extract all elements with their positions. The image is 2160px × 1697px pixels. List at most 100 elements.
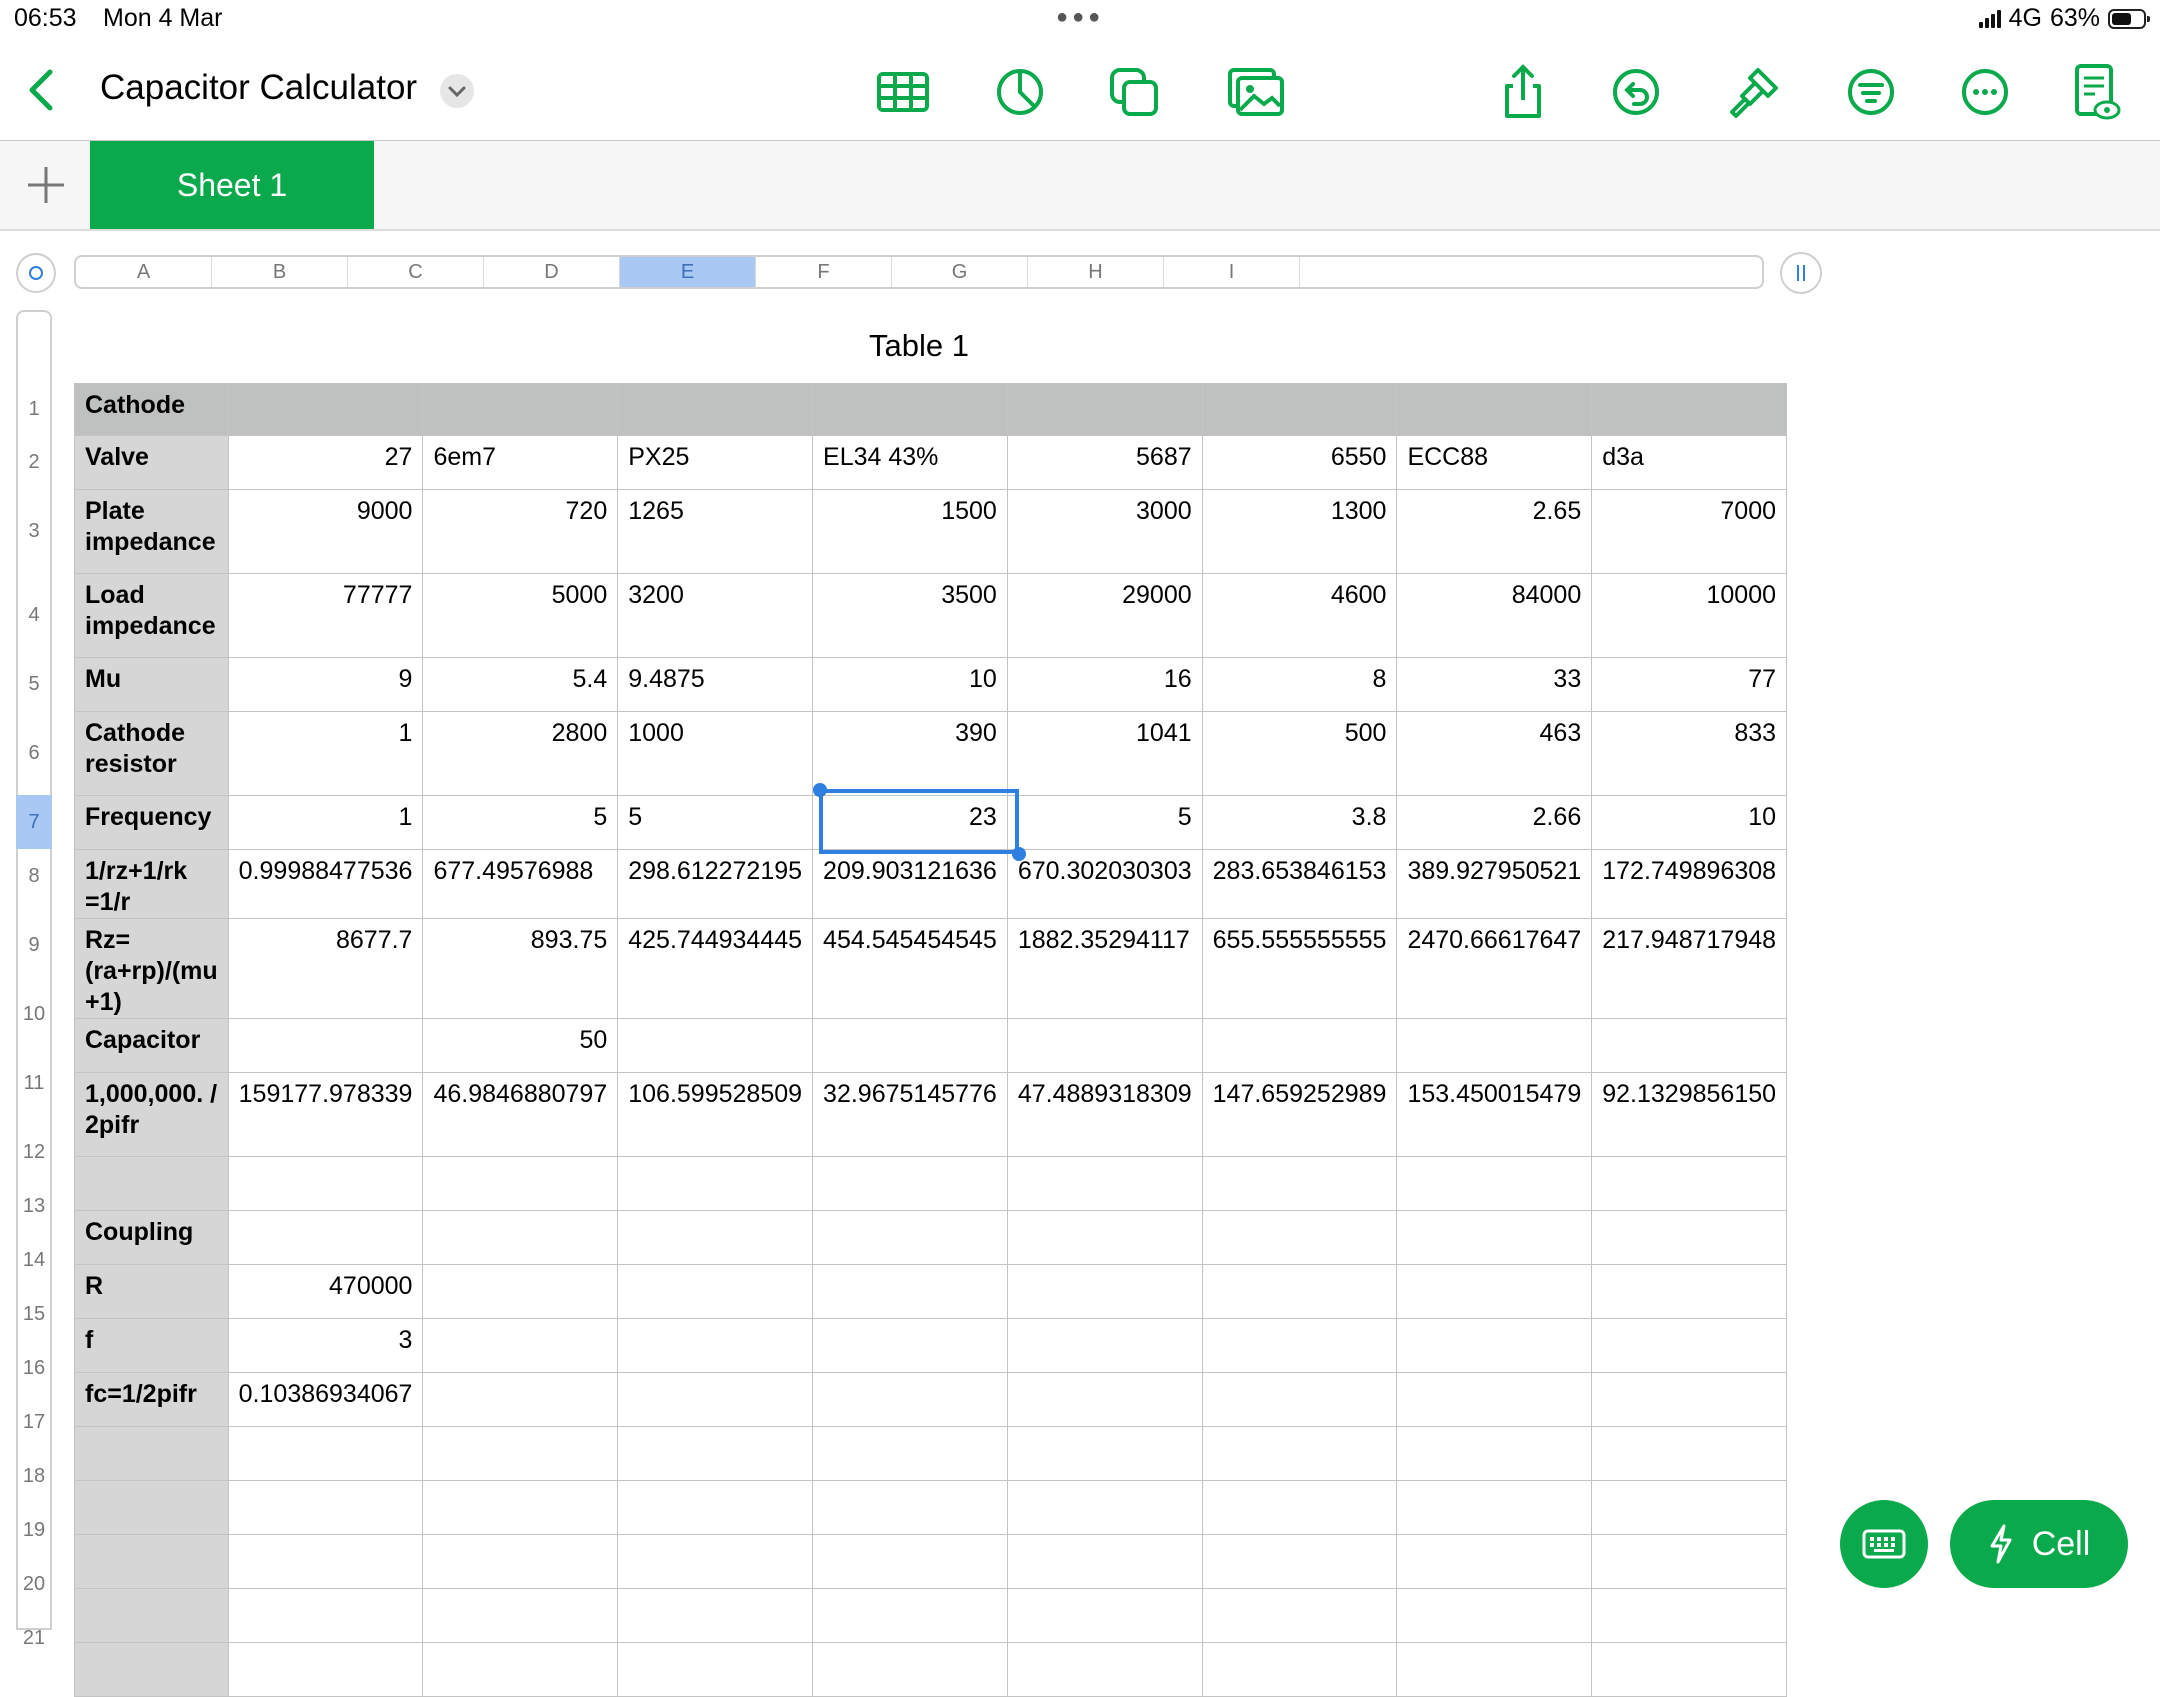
table-cell[interactable]: 153.450015479 <box>1396 1072 1593 1157</box>
table-cell[interactable] <box>617 1264 814 1319</box>
table-cell[interactable]: 6em7 <box>422 435 619 490</box>
table-cell[interactable]: 4600 <box>1201 573 1398 658</box>
table-cell[interactable] <box>1201 1534 1398 1589</box>
table-cell[interactable]: EL34 43% <box>812 435 1008 490</box>
row-header-17[interactable]: 17 <box>16 1395 52 1449</box>
row-label-cell[interactable]: Mu <box>74 657 229 712</box>
table-cell[interactable]: 6550 <box>1201 435 1398 490</box>
table-cell[interactable]: 677.49576988 <box>422 849 619 919</box>
table-cell[interactable] <box>422 1480 619 1535</box>
table-cell[interactable] <box>1591 383 1788 436</box>
table-cell[interactable] <box>1006 1018 1203 1073</box>
table-cell[interactable] <box>422 383 619 436</box>
table-cell[interactable] <box>1006 1318 1203 1373</box>
table-cell[interactable]: 27 <box>227 435 424 490</box>
table-cell[interactable]: 1000 <box>617 711 814 796</box>
table-row[interactable] <box>74 1426 1788 1481</box>
column-header-bar[interactable]: ABCDEFGHI <box>74 255 1764 289</box>
table-cell[interactable]: 389.927950521 <box>1396 849 1593 919</box>
row-label-cell[interactable]: Cathode resistor <box>74 711 229 796</box>
table-cell[interactable]: 32.9675145776 <box>812 1072 1008 1157</box>
table-cell[interactable] <box>1201 383 1398 436</box>
table-row[interactable]: Rz=(ra+rp)/(mu +1) 8677.7 893.75 425.744934… <box>74 918 1788 1019</box>
row-label-cell[interactable]: 1/rz+1/rk =1/r <box>74 849 229 919</box>
table-row[interactable]: 1,000,000. / 2pifr 159177.978339 46.984688… <box>74 1072 1788 1157</box>
row-label-cell[interactable] <box>74 1534 229 1589</box>
table-cell[interactable] <box>1396 1210 1593 1265</box>
row-label-cell[interactable]: f <box>74 1318 229 1373</box>
table-cell[interactable] <box>617 1642 814 1697</box>
table-cell[interactable] <box>812 1318 1008 1373</box>
table-cell[interactable] <box>1396 1588 1593 1643</box>
table-cell[interactable] <box>1201 1426 1398 1481</box>
table-cell[interactable]: 9.4875 <box>617 657 814 712</box>
table-cell[interactable]: 29000 <box>1006 573 1203 658</box>
table-cell[interactable]: 500 <box>1201 711 1398 796</box>
table-cell[interactable]: 7000 <box>1591 489 1788 574</box>
table-row[interactable]: Mu 9 5.4 9.4875 10 16 8 33 77 <box>74 657 1788 712</box>
table-cell[interactable]: 1882.35294117 <box>1006 918 1203 1019</box>
row-header-14[interactable]: 14 <box>16 1233 52 1287</box>
table-cell[interactable]: 655.555555555 <box>1201 918 1398 1019</box>
table-cell[interactable] <box>617 383 814 436</box>
table-cell[interactable]: 1500 <box>812 489 1008 574</box>
table-cell[interactable]: 159177.978339 <box>227 1072 424 1157</box>
table-cell[interactable]: 0.99988477536 <box>227 849 424 919</box>
table-cell[interactable]: 46.9846880797 <box>422 1072 619 1157</box>
table-cell[interactable] <box>1591 1480 1788 1535</box>
column-header-b[interactable]: B <box>212 257 348 287</box>
row-header-11[interactable]: 11 <box>16 1041 52 1125</box>
table-cell[interactable]: 1 <box>227 795 424 850</box>
table-cell[interactable]: 0.10386934067 <box>227 1372 424 1427</box>
table-cell[interactable]: 147.659252989 <box>1201 1072 1398 1157</box>
table-cell[interactable] <box>227 1426 424 1481</box>
table-cell[interactable] <box>1201 1264 1398 1319</box>
table-cell[interactable] <box>1591 1264 1788 1319</box>
table-cell[interactable]: 2.65 <box>1396 489 1593 574</box>
table-row[interactable]: Load impedance 77777 5000 3200 3500 29000 4600… <box>74 573 1788 658</box>
table-cell[interactable]: 9000 <box>227 489 424 574</box>
table-cell[interactable] <box>812 1156 1008 1211</box>
table-cell[interactable]: 1265 <box>617 489 814 574</box>
table-row[interactable] <box>74 1642 1788 1697</box>
table-row[interactable] <box>74 1588 1788 1643</box>
tab-sheet-1[interactable]: Sheet 1 <box>90 141 374 229</box>
table-row[interactable]: f3 <box>74 1318 1788 1373</box>
table-row[interactable]: Coupling <box>74 1210 1788 1265</box>
row-header-15[interactable]: 15 <box>16 1287 52 1341</box>
column-header-a[interactable]: A <box>76 257 212 287</box>
table-cell[interactable] <box>1201 1480 1398 1535</box>
table-cell[interactable] <box>422 1156 619 1211</box>
table-cell[interactable] <box>812 1534 1008 1589</box>
row-label-cell[interactable] <box>74 1642 229 1697</box>
selection-handle-top[interactable] <box>813 783 827 797</box>
table-cell[interactable]: 3.8 <box>1201 795 1398 850</box>
document-title[interactable]: Capacitor Calculator <box>100 68 417 108</box>
row-label-cell[interactable]: Rz=(ra+rp)/(mu +1) <box>74 918 229 1019</box>
table-title[interactable]: Table 1 <box>74 328 1764 364</box>
row-header-19[interactable]: 19 <box>16 1503 52 1557</box>
table-row[interactable]: Plate impedance 9000 720 1265 1500 3000 1300 2.… <box>74 489 1788 574</box>
table-cell[interactable]: 833 <box>1591 711 1788 796</box>
table-cell[interactable] <box>617 1480 814 1535</box>
row-header-20[interactable]: 20 <box>16 1557 52 1611</box>
table-cell[interactable] <box>1591 1642 1788 1697</box>
table-row[interactable]: 1/rz+1/rk =1/r 0.99988477536 677.49576988 2… <box>74 849 1788 919</box>
table-cell[interactable] <box>617 1018 814 1073</box>
column-header-d[interactable]: D <box>484 257 620 287</box>
row-header-1[interactable]: 1 <box>16 383 52 435</box>
table-cell[interactable]: 463 <box>1396 711 1593 796</box>
table-cell[interactable] <box>1201 1018 1398 1073</box>
table-cell[interactable] <box>1201 1588 1398 1643</box>
column-header-h[interactable]: H <box>1028 257 1164 287</box>
row-header-9[interactable]: 9 <box>16 903 52 987</box>
table-cell[interactable]: 425.744934445 <box>617 918 814 1019</box>
table-cell[interactable] <box>1396 1156 1593 1211</box>
table-cell[interactable]: 283.653846153 <box>1201 849 1398 919</box>
table-cell[interactable] <box>1591 1018 1788 1073</box>
table-cell[interactable] <box>617 1588 814 1643</box>
row-label-cell[interactable]: Valve <box>74 435 229 490</box>
table-cell[interactable] <box>1201 1210 1398 1265</box>
table-cell[interactable]: PX25 <box>617 435 814 490</box>
table-cell[interactable] <box>1396 1642 1593 1697</box>
